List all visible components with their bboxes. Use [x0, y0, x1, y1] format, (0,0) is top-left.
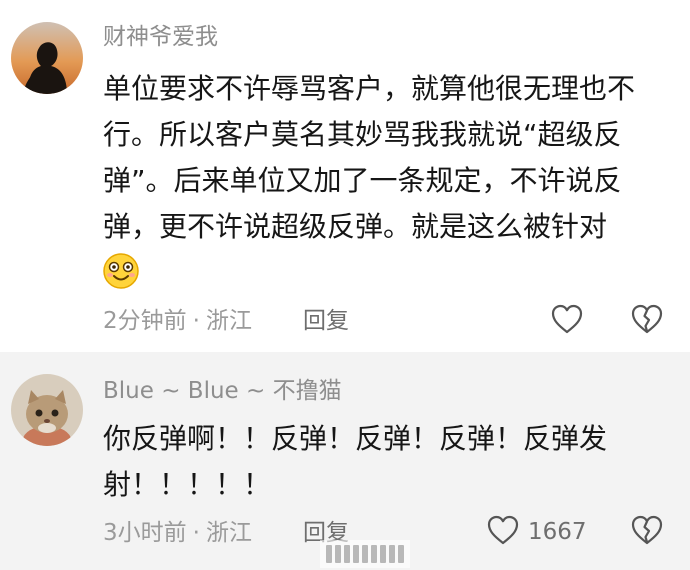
comment-meta: 3小时前 · 浙江 回复 — [103, 518, 349, 548]
comment-meta: 2分钟前 · 浙江 回复 — [103, 306, 349, 336]
reply-button[interactable]: 回复 — [303, 306, 349, 336]
comment-item: 财神爷爱我 单位要求不许辱骂客户，就算他很无理也不 行。所以客户莫名其妙骂我我就… — [0, 0, 690, 352]
comment-text-line: 射！！！！！ — [103, 468, 272, 501]
comment-text-line: 行。所以客户莫名其妙骂我我就说“超级反 — [103, 118, 622, 151]
like-button[interactable] — [550, 303, 584, 339]
comment-text-line: 你反弹啊！！反弹！反弹！反弹！反弹发 — [103, 422, 608, 455]
comment-text: 单位要求不许辱骂客户，就算他很无理也不 行。所以客户莫名其妙骂我我就说“超级反 … — [103, 66, 673, 250]
dislike-button[interactable] — [630, 514, 664, 550]
timestamp: 2分钟前 — [103, 308, 187, 334]
comment-text-line: 单位要求不许辱骂客户，就算他很无理也不 — [103, 72, 636, 105]
heart-outline-icon — [550, 303, 584, 339]
broken-heart-outline-icon — [630, 515, 664, 550]
separator: · — [192, 520, 200, 546]
location: 浙江 — [205, 520, 252, 546]
avatar[interactable] — [11, 374, 83, 446]
heart-outline-icon — [486, 514, 520, 550]
comment-text-line: 弹，更不许说超级反弹。就是这么被针对 — [103, 210, 608, 243]
dislike-button[interactable] — [630, 303, 664, 339]
location: 浙江 — [205, 308, 252, 334]
comment-text: 你反弹啊！！反弹！反弹！反弹！反弹发 射！！！！！ — [103, 416, 673, 508]
like-count: 1667 — [528, 519, 587, 545]
separator: · — [192, 308, 200, 334]
watermark — [320, 540, 410, 568]
username[interactable]: 财神爷爱我 — [103, 22, 218, 52]
comment-text-line: 弹”。后来单位又加了一条规定，不许说反 — [103, 164, 622, 197]
comment-item: Blue ~ Blue ~ 不撸猫 你反弹啊！！反弹！反弹！反弹！反弹发 射！！… — [0, 352, 690, 570]
timestamp: 3小时前 — [103, 520, 187, 546]
broken-heart-outline-icon — [630, 304, 664, 339]
like-button[interactable]: 1667 — [486, 514, 587, 550]
avatar[interactable] — [11, 22, 83, 94]
username[interactable]: Blue ~ Blue ~ 不撸猫 — [103, 376, 342, 406]
grinning-face-emoji — [102, 252, 140, 290]
